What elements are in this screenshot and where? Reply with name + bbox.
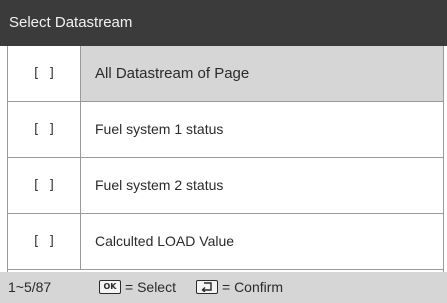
select-datastream-screen: Select Datastream [ ] All Datastream of … xyxy=(0,0,447,303)
list-item-label: Calculted LOAD Value xyxy=(95,233,235,249)
page-title: Select Datastream xyxy=(0,0,447,46)
return-arrow-icon xyxy=(196,280,218,294)
list-item-label: All Datastream of Page xyxy=(95,65,250,82)
list-item-all-datastream[interactable]: [ ] All Datastream of Page xyxy=(8,46,443,102)
status-bar: 1~5/87 OK = Select = Confirm xyxy=(0,272,447,303)
list-item-calculated-load[interactable]: [ ] Calculted LOAD Value xyxy=(8,214,443,270)
checkbox[interactable]: [ ] xyxy=(8,158,81,213)
ok-key-icon: OK xyxy=(99,280,121,294)
select-hint: = Select xyxy=(125,279,176,295)
checkbox[interactable]: [ ] xyxy=(8,46,81,101)
datastream-list: [ ] All Datastream of Page [ ] Fuel syst… xyxy=(7,46,444,272)
list-item-fuel-system-2[interactable]: [ ] Fuel system 2 status xyxy=(8,158,443,214)
list-item-fuel-system-1[interactable]: [ ] Fuel system 1 status xyxy=(8,102,443,158)
list-item-label: Fuel system 2 status xyxy=(95,177,224,193)
checkbox[interactable]: [ ] xyxy=(8,214,81,269)
page-indicator: 1~5/87 xyxy=(8,279,52,295)
checkbox[interactable]: [ ] xyxy=(8,102,81,157)
list-item-label: Fuel system 1 status xyxy=(95,121,224,137)
confirm-hint: = Confirm xyxy=(222,279,284,295)
